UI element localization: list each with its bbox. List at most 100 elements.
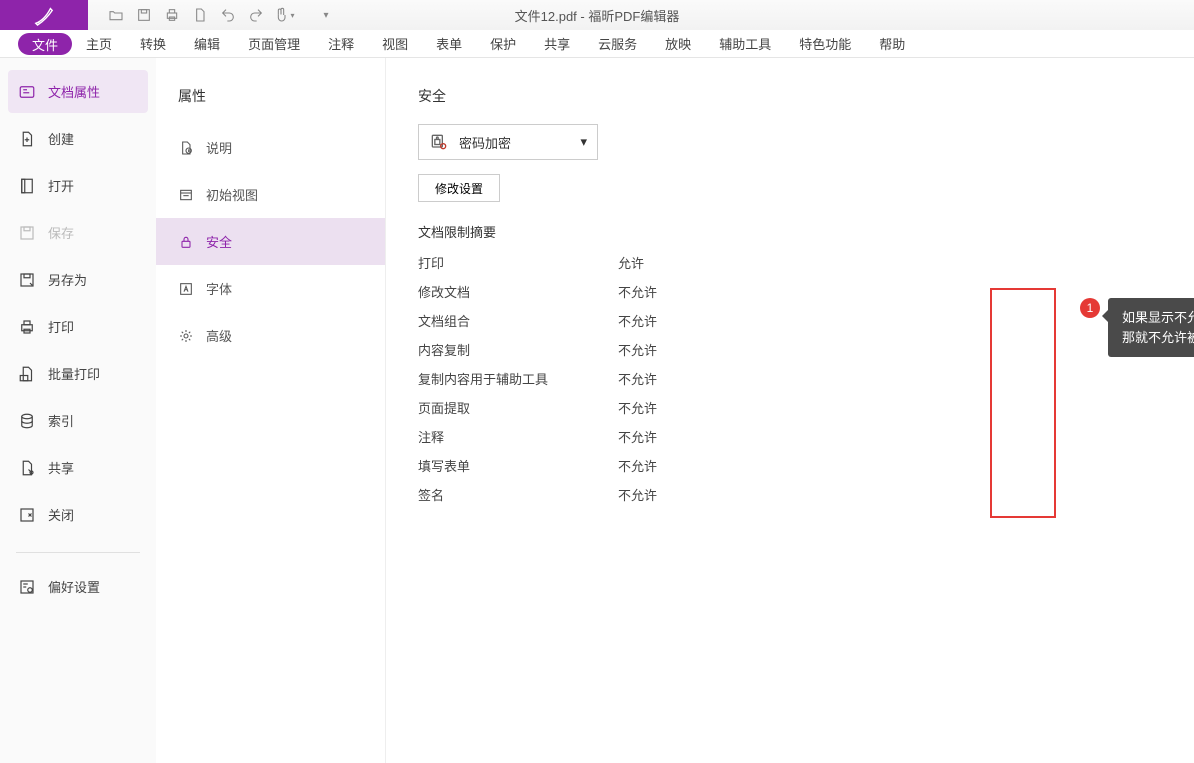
ribbon-tab-7[interactable]: 表单 <box>422 30 476 57</box>
quill-icon <box>33 4 55 26</box>
perm-name: 复制内容用于辅助工具 <box>418 369 618 388</box>
encryption-label: 密码加密 <box>459 133 511 152</box>
prop-tab-label: 高级 <box>206 326 232 345</box>
ribbon-tab-9[interactable]: 共享 <box>530 30 584 57</box>
ribbon-tab-10[interactable]: 云服务 <box>584 30 651 57</box>
file-menu-label: 打印 <box>48 317 74 336</box>
ribbon-tab-13[interactable]: 特色功能 <box>785 30 865 57</box>
perm-name: 填写表单 <box>418 456 618 475</box>
summary-title: 文档限制摘要 <box>418 222 1162 241</box>
prop-tab-advanced[interactable]: 高级 <box>156 312 385 359</box>
doc-prop-icon <box>18 83 36 101</box>
modify-settings-button[interactable]: 修改设置 <box>418 174 500 202</box>
perm-value: 不允许 <box>618 398 698 417</box>
perm-value: 不允许 <box>618 311 698 330</box>
chevron-down-icon: ▾ <box>580 134 587 150</box>
perm-value: 不允许 <box>618 340 698 359</box>
file-menu-label: 另存为 <box>48 270 87 289</box>
create-icon <box>18 130 36 148</box>
perm-value: 不允许 <box>618 427 698 446</box>
ribbon-tab-2[interactable]: 转换 <box>126 30 180 57</box>
ribbon-tab-11[interactable]: 放映 <box>651 30 705 57</box>
perm-value: 不允许 <box>618 485 698 504</box>
file-menu-label: 共享 <box>48 458 74 477</box>
advanced-icon <box>178 328 194 344</box>
window-title: 文件12.pdf - 福昕PDF编辑器 <box>515 6 680 25</box>
perm-name: 打印 <box>418 253 618 272</box>
print-icon <box>18 318 36 336</box>
file-menu-label: 保存 <box>48 223 74 242</box>
ribbon-tab-0[interactable]: 文件 <box>18 33 72 55</box>
share-icon <box>18 459 36 477</box>
prop-tab-label: 初始视图 <box>206 185 258 204</box>
ribbon-tab-3[interactable]: 编辑 <box>180 30 234 57</box>
file-menu-doc-prop[interactable]: 文档属性 <box>8 70 148 113</box>
file-menu-prefs[interactable]: 偏好设置 <box>8 565 148 608</box>
perm-name: 内容复制 <box>418 340 618 359</box>
app-logo <box>0 0 88 30</box>
ribbon-tab-14[interactable]: 帮助 <box>865 30 919 57</box>
file-menu-save-as[interactable]: 另存为 <box>8 258 148 301</box>
file-menu-label: 索引 <box>48 411 74 430</box>
file-menu-create[interactable]: 创建 <box>8 117 148 160</box>
save-as-icon <box>18 271 36 289</box>
file-menu-label: 偏好设置 <box>48 577 100 596</box>
prop-tab-font[interactable]: 字体 <box>156 265 385 312</box>
security-section-title: 安全 <box>418 86 1162 106</box>
prefs-icon <box>18 578 36 596</box>
properties-header: 属性 <box>156 76 385 124</box>
lock-icon <box>429 132 449 152</box>
ribbon-tab-5[interactable]: 注释 <box>314 30 368 57</box>
prop-tab-label: 安全 <box>206 232 232 251</box>
initial-view-icon <box>178 187 194 203</box>
file-menu-batch-print[interactable]: 批量打印 <box>8 352 148 395</box>
perm-name: 签名 <box>418 485 618 504</box>
save-icon <box>18 224 36 242</box>
file-menu-open[interactable]: 打开 <box>8 164 148 207</box>
ribbon-tabs: 文件主页转换编辑页面管理注释视图表单保护共享云服务放映辅助工具特色功能帮助 <box>0 30 1194 58</box>
file-menu-label: 批量打印 <box>48 364 100 383</box>
title-bar: ▾ ▾ 文件12.pdf - 福昕PDF编辑器 <box>0 0 1194 30</box>
file-menu-save: 保存 <box>8 211 148 254</box>
perm-name: 文档组合 <box>418 311 618 330</box>
ribbon-tab-6[interactable]: 视图 <box>368 30 422 57</box>
prop-tab-security[interactable]: 安全 <box>156 218 385 265</box>
batch-print-icon <box>18 365 36 383</box>
index-icon <box>18 412 36 430</box>
ribbon-tab-1[interactable]: 主页 <box>72 30 126 57</box>
perm-name: 修改文档 <box>418 282 618 301</box>
perm-name: 页面提取 <box>418 398 618 417</box>
prop-tab-initial-view[interactable]: 初始视图 <box>156 171 385 218</box>
qa-open-icon[interactable] <box>104 3 128 27</box>
prop-tab-description[interactable]: 说明 <box>156 124 385 171</box>
ribbon-tab-12[interactable]: 辅助工具 <box>705 30 785 57</box>
security-panel: 安全 密码加密 ▾ 修改设置 文档限制摘要 打印允许修改文档不允许文档组合不允许… <box>386 58 1194 763</box>
prop-tab-label: 说明 <box>206 138 232 157</box>
file-menu-share[interactable]: 共享 <box>8 446 148 489</box>
permissions-table: 打印允许修改文档不允许文档组合不允许内容复制不允许复制内容用于辅助工具不允许页面… <box>418 253 1162 504</box>
close-doc-icon <box>18 506 36 524</box>
file-menu-close-doc[interactable]: 关闭 <box>8 493 148 536</box>
encryption-select[interactable]: 密码加密 ▾ <box>418 124 598 160</box>
perm-value: 不允许 <box>618 456 698 475</box>
font-icon <box>178 281 194 297</box>
sidebar-divider <box>16 552 140 553</box>
annotation-callout: 1 如果显示不允许， 那就不允许被操作。 <box>1080 298 1194 357</box>
file-menu-index[interactable]: 索引 <box>8 399 148 442</box>
qa-save-icon[interactable] <box>132 3 156 27</box>
file-sidebar: 文档属性创建打开保存另存为打印批量打印索引共享关闭偏好设置 <box>0 58 156 763</box>
file-menu-label: 关闭 <box>48 505 74 524</box>
ribbon-tab-8[interactable]: 保护 <box>476 30 530 57</box>
qa-redo-icon[interactable] <box>244 3 268 27</box>
security-icon <box>178 234 194 250</box>
perm-value: 允许 <box>618 253 698 272</box>
file-menu-print[interactable]: 打印 <box>8 305 148 348</box>
ribbon-tab-4[interactable]: 页面管理 <box>234 30 314 57</box>
qa-file-icon[interactable] <box>188 3 212 27</box>
perm-name: 注释 <box>418 427 618 446</box>
qa-print-icon[interactable] <box>160 3 184 27</box>
qa-undo-icon[interactable] <box>216 3 240 27</box>
prop-tab-label: 字体 <box>206 279 232 298</box>
qa-more-icon[interactable]: ▾ <box>314 3 338 27</box>
qa-hand-icon[interactable]: ▾ <box>272 3 296 27</box>
